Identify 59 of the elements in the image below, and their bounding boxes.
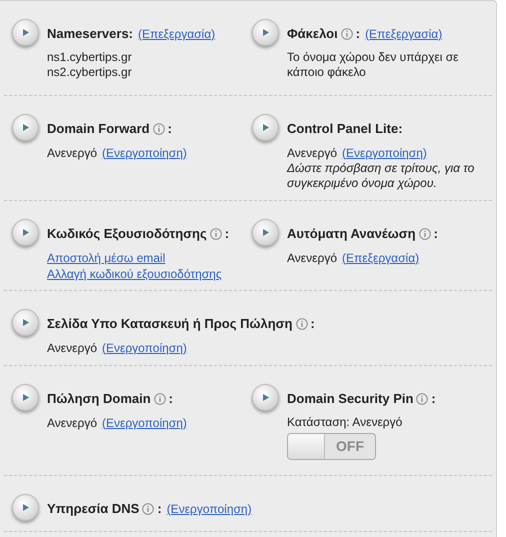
action-link[interactable]: (Επεξεργασία) — [342, 250, 420, 266]
status-text: Ανενεργό — [287, 144, 337, 160]
colon: : — [157, 500, 162, 518]
play-icon — [22, 29, 28, 36]
edit-link[interactable]: (Επεξεργασία) — [138, 24, 216, 43]
status-text: Ανενεργό — [287, 250, 337, 266]
expand-button[interactable] — [12, 309, 39, 336]
play-icon — [22, 229, 28, 236]
colon: : — [168, 390, 174, 408]
expand-button[interactable] — [12, 19, 39, 46]
play-icon — [22, 124, 28, 131]
section-title: Domain Security Pin — [287, 390, 414, 408]
colon: : — [224, 225, 230, 243]
action-link[interactable]: Αποστολή μέσω email — [47, 250, 166, 264]
action-link[interactable]: (Ενεργοποίηση) — [102, 144, 187, 160]
play-icon — [262, 229, 268, 236]
play-icon — [22, 394, 28, 401]
status-text: Ανενεργό — [47, 144, 97, 160]
section-title: Nameservers: — [47, 25, 134, 43]
value-text: Κατάσταση: Ανενεργό — [287, 414, 404, 430]
section-title: Φάκελοι — [287, 25, 338, 43]
section-title: Control Panel Lite: — [287, 120, 403, 138]
description-text: Δώστε πρόσβαση σε τρίτους, για το συγκεκριμένο όνομα χώρου. — [287, 160, 476, 190]
expand-button[interactable] — [12, 114, 39, 141]
status-text: Ανενεργό — [47, 340, 97, 356]
value-text: Το όνομα χώρου δεν υπάρχει σε κάποιο φάκελο — [287, 50, 460, 80]
action-link[interactable]: (Ενεργοποίηση) — [102, 340, 187, 356]
status-text: Ανενεργό — [47, 414, 97, 430]
action-link[interactable]: Αλλαγή κωδικού εξουσιοδότησης — [47, 266, 222, 280]
colon: : — [310, 315, 315, 333]
play-icon — [262, 29, 268, 36]
toggle-switch[interactable]: OFF — [287, 432, 376, 460]
expand-button[interactable] — [252, 114, 279, 141]
section-title: Πώληση Domain — [47, 390, 151, 408]
section-title: Υπηρεσία DNS — [47, 500, 140, 518]
expand-button[interactable] — [252, 19, 279, 46]
expand-button[interactable] — [12, 384, 39, 411]
action-link[interactable]: (Ενεργοποίηση) — [342, 144, 427, 160]
play-icon — [262, 124, 268, 131]
edit-link[interactable]: (Ενεργοποίηση) — [166, 500, 252, 518]
expand-button[interactable] — [12, 494, 39, 521]
play-icon — [22, 319, 28, 326]
value-text: ns1.cybertips.gr — [47, 50, 133, 64]
action-link[interactable]: (Ενεργοποίηση) — [102, 414, 187, 430]
colon: : — [434, 225, 438, 243]
play-icon — [262, 394, 268, 401]
value-text: ns2.cybertips.gr — [47, 64, 133, 80]
expand-button[interactable] — [252, 384, 279, 411]
expand-button[interactable] — [12, 219, 39, 246]
expand-button[interactable] — [252, 219, 279, 246]
section-title: Domain Forward — [47, 120, 150, 138]
play-icon — [22, 504, 28, 511]
colon: : — [168, 120, 172, 138]
section-title: Αυτόματη Ανανέωση — [287, 225, 416, 243]
colon: : — [356, 25, 360, 43]
edit-link[interactable]: (Επεξεργασία) — [365, 24, 442, 43]
colon: : — [431, 390, 436, 408]
section-title: Σελίδα Υπο Κατασκευή ή Προς Πώληση — [47, 315, 292, 333]
section-title: Κωδικός Εξουσιοδότησης — [47, 225, 207, 243]
